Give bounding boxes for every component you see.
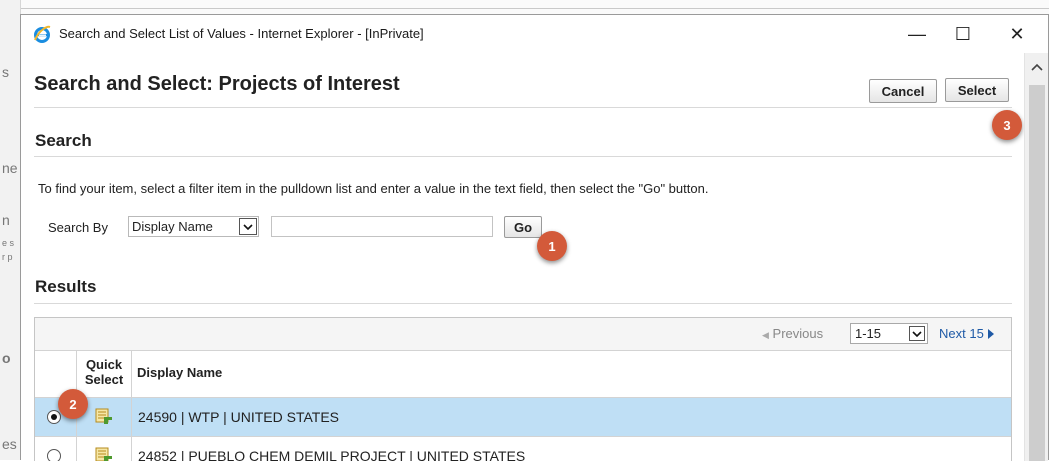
popup-window: Search and Select List of Values - Inter…: [20, 14, 1049, 461]
callout-badge-2: 2: [58, 389, 88, 419]
background-text-fragment: es: [2, 436, 17, 452]
chevron-down-icon[interactable]: [909, 326, 925, 341]
background-left-strip: s ne n e s r p o es: [0, 0, 21, 460]
page-title: Search and Select: Projects of Interest: [34, 73, 400, 95]
search-by-select[interactable]: Display Name: [128, 216, 259, 237]
vertical-scrollbar[interactable]: [1024, 53, 1048, 461]
page-range-select[interactable]: 1-15: [850, 323, 928, 344]
previous-arrow-icon: ◀: [762, 330, 769, 340]
background-text-fragment: r p: [2, 252, 13, 262]
search-instructions: To find your item, select a filter item …: [38, 181, 709, 196]
table-header: Quick Select Display Name: [35, 351, 1011, 398]
row-radio-button[interactable]: [47, 449, 61, 461]
internet-explorer-icon: [34, 25, 51, 43]
results-heading: Results: [35, 277, 97, 296]
scroll-up-icon[interactable]: [1029, 59, 1045, 73]
table-row[interactable]: 24852 | PUEBLO CHEM DEMIL PROJECT | UNIT…: [35, 437, 1011, 461]
background-text-fragment: ne: [2, 160, 18, 176]
quick-select-icon[interactable]: [95, 447, 113, 461]
display-name-column-header[interactable]: Display Name: [132, 351, 1011, 397]
results-table: ◀ Previous 1-15 Next 15 Quick Select Dis…: [34, 317, 1012, 461]
next-label: Next 15: [939, 326, 984, 341]
background-divider: [20, 8, 1049, 9]
results-divider: [34, 303, 1012, 304]
callout-badge-3: 3: [992, 110, 1022, 140]
search-text-input[interactable]: [271, 216, 493, 237]
background-text-fragment: s: [2, 64, 9, 80]
cancel-button[interactable]: Cancel: [869, 79, 937, 103]
search-by-label: Search By: [48, 220, 108, 235]
previous-link: ◀ Previous: [762, 326, 823, 341]
next-arrow-icon: [987, 329, 994, 339]
display-name-cell: 24590 | WTP | UNITED STATES: [138, 409, 339, 425]
table-row[interactable]: 24590 | WTP | UNITED STATES: [35, 398, 1011, 437]
chevron-down-icon[interactable]: [239, 218, 257, 235]
search-divider: [34, 156, 1012, 157]
scrollbar-thumb[interactable]: [1029, 85, 1045, 461]
page-range-value: 1-15: [855, 326, 882, 341]
maximize-button[interactable]: ☐: [940, 19, 986, 49]
window-titlebar[interactable]: Search and Select List of Values - Inter…: [21, 15, 1048, 53]
search-heading: Search: [35, 131, 92, 150]
close-button[interactable]: ✕: [994, 19, 1040, 49]
quick-select-icon[interactable]: [95, 408, 113, 425]
display-name-cell: 24852 | PUEBLO CHEM DEMIL PROJECT | UNIT…: [138, 448, 526, 461]
select-button[interactable]: Select: [945, 78, 1009, 102]
previous-label: Previous: [772, 326, 824, 341]
background-text-fragment: n: [2, 212, 10, 228]
row-radio-button[interactable]: [47, 410, 61, 424]
minimize-button[interactable]: —: [894, 19, 940, 49]
quick-select-column-header: Quick Select: [77, 351, 132, 397]
row-select-cell: [35, 437, 77, 461]
page-content: Search and Select: Projects of Interest …: [21, 53, 1024, 461]
go-button[interactable]: Go: [504, 216, 542, 238]
quick-select-cell: [77, 437, 132, 461]
window-title: Search and Select List of Values - Inter…: [59, 26, 424, 41]
background-text-fragment: e s: [2, 238, 15, 248]
background-text-fragment: o: [2, 350, 11, 366]
callout-badge-1: 1: [537, 231, 567, 261]
table-navigation: ◀ Previous 1-15 Next 15: [35, 318, 1011, 351]
title-divider: [34, 107, 1012, 108]
next-link[interactable]: Next 15: [939, 326, 994, 341]
search-by-value: Display Name: [132, 219, 213, 234]
